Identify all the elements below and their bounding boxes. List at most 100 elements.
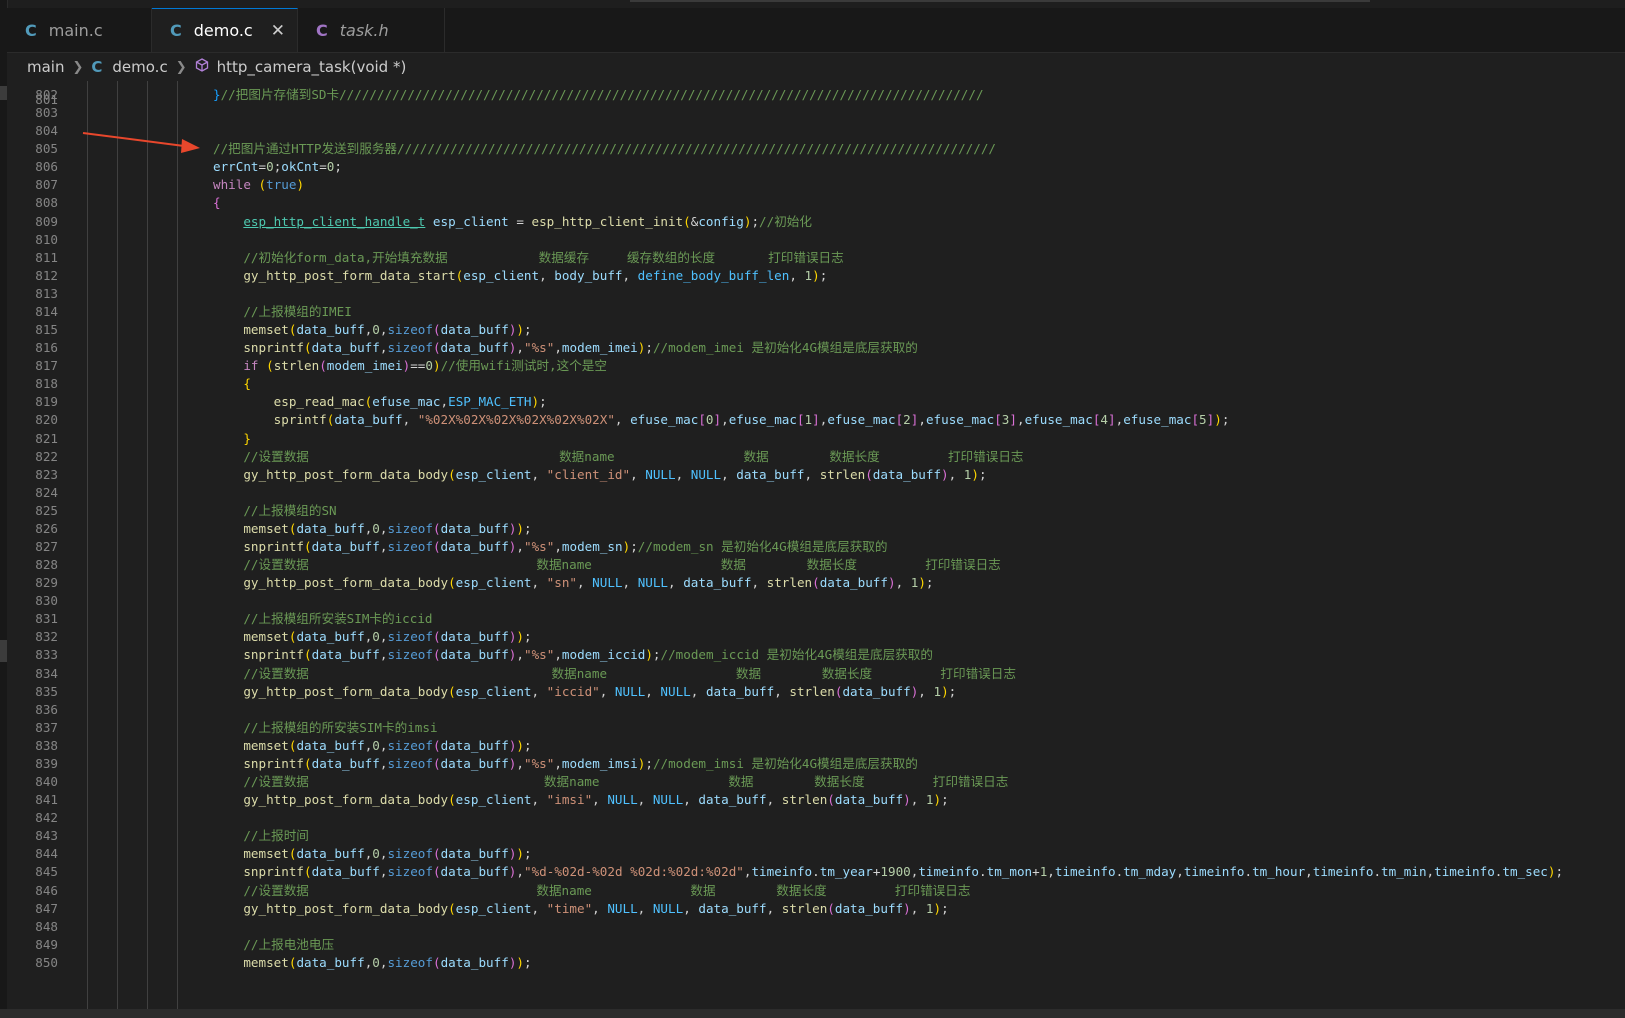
tab-main-c[interactable]: C main.c	[7, 8, 152, 52]
code-text: gy_http_post_form_data_body(esp_client, …	[243, 792, 949, 808]
line-number: 828	[35, 557, 58, 573]
symbol-method-icon	[195, 58, 209, 76]
code-text: snprintf(data_buff,sizeof(data_buff),"%d…	[243, 864, 1564, 880]
line-number: 846	[35, 882, 58, 898]
line-number: 809	[35, 213, 58, 229]
line-number: 804	[35, 123, 58, 139]
code-text: gy_http_post_form_data_body(esp_client, …	[243, 466, 987, 482]
line-number: 814	[35, 303, 58, 319]
line-number: 847	[35, 900, 58, 916]
line-number: 850	[35, 954, 58, 970]
c-file-icon: C	[316, 20, 328, 40]
line-number: 838	[35, 737, 58, 753]
chevron-right-icon: ❯	[175, 59, 187, 75]
line-number: 825	[35, 502, 58, 518]
line-number: 816	[35, 340, 58, 356]
line-number: 832	[35, 629, 58, 645]
indent-guide	[177, 81, 178, 1009]
breadcrumb-folder[interactable]: main	[27, 58, 64, 76]
indent-guide	[147, 81, 148, 1009]
tab-task-h[interactable]: C task.h	[298, 8, 445, 52]
code-text: {	[243, 376, 251, 392]
code-text: //上报电池电压	[243, 936, 335, 952]
code-text: //上报模组的IMEI	[243, 303, 352, 319]
activity-marker	[0, 640, 7, 662]
line-number: 845	[35, 864, 58, 880]
line-number: 802	[35, 87, 58, 102]
code-text: //设置数据 数据name 数据 数据长度 打印错误日志	[243, 774, 1009, 790]
tab-label: demo.c	[193, 21, 253, 40]
line-number: 810	[35, 231, 58, 247]
annotation-arrow-icon	[82, 132, 200, 153]
code-text: memset(data_buff,0,sizeof(data_buff));	[243, 520, 532, 536]
tab-label: main.c	[48, 20, 103, 40]
c-file-icon: C	[91, 58, 103, 76]
code-text: }//把图片存储到SD卡////////////////////////////…	[213, 87, 984, 102]
breadcrumb-symbol[interactable]: http_camera_task(void *)	[217, 58, 407, 76]
breadcrumb-file[interactable]: demo.c	[112, 58, 167, 76]
code-text: //上报模组所安装SIM卡的iccid	[243, 611, 433, 627]
line-number: 834	[35, 665, 58, 681]
line-number: 839	[35, 755, 58, 771]
code-text: snprintf(data_buff,sizeof(data_buff),"%s…	[243, 755, 918, 771]
code-text: //设置数据 数据name 数据 数据长度 打印错误日志	[243, 665, 1016, 681]
tab-demo-c[interactable]: C demo.c ✕	[152, 8, 298, 52]
line-number: 820	[35, 412, 58, 428]
code-text: //上报模组的SN	[243, 502, 337, 518]
line-number: 813	[35, 285, 58, 301]
line-number: 806	[35, 159, 58, 175]
line-number: 823	[35, 466, 58, 482]
line-number: 836	[35, 701, 58, 717]
tab-label: task.h	[339, 20, 389, 40]
code-text: {	[213, 195, 221, 211]
line-number: 843	[35, 828, 58, 844]
activity-marker	[0, 86, 7, 100]
code-text: //设置数据 数据name 数据 数据长度 打印错误日志	[243, 557, 1001, 573]
code-text: if (strlen(modem_imei)==0)//使用wifi测试时,这个…	[243, 358, 607, 374]
code-text: gy_http_post_form_data_start(esp_client,…	[243, 267, 828, 283]
code-text: }	[243, 430, 251, 446]
c-file-icon: C	[170, 21, 182, 40]
line-number: 811	[35, 249, 58, 265]
code-text: errCnt=0;okCnt=0;	[213, 159, 342, 175]
line-number: 829	[35, 575, 58, 591]
code-text: gy_http_post_form_data_body(esp_client, …	[243, 683, 957, 699]
line-number: 807	[35, 177, 58, 193]
line-number: 815	[35, 322, 58, 338]
breadcrumb: main ❯ C demo.c ❯ http_camera_task(void …	[7, 53, 1625, 81]
chevron-right-icon: ❯	[72, 59, 84, 75]
status-bar-edge	[0, 1009, 1625, 1018]
code-text: esp_http_client_handle_t esp_client = es…	[243, 213, 812, 229]
code-text: gy_http_post_form_data_body(esp_client, …	[243, 900, 949, 916]
close-icon[interactable]: ✕	[271, 21, 285, 41]
line-number: 842	[35, 810, 58, 826]
line-number: 822	[35, 448, 58, 464]
code-text: sprintf(data_buff, "%02X%02X%02X%02X%02X…	[273, 412, 1230, 428]
line-number: 844	[35, 846, 58, 862]
line-number: 837	[35, 719, 58, 735]
line-number: 830	[35, 593, 58, 609]
line-number: 849	[35, 936, 58, 952]
line-number: 827	[35, 539, 58, 554]
code-text: snprintf(data_buff,sizeof(data_buff),"%s…	[243, 340, 918, 356]
code-text: memset(data_buff,0,sizeof(data_buff));	[243, 629, 532, 645]
code-text: //设置数据 数据name 数据 数据长度 打印错误日志	[243, 448, 1024, 464]
code-text: gy_http_post_form_data_body(esp_client, …	[243, 575, 934, 591]
line-number: 819	[35, 394, 58, 410]
code-editor[interactable]: 801 802}//把图片存储到SD卡/////////////////////…	[7, 81, 1625, 1009]
code-text: //初始化form_data,开始填充数据 数据缓存 缓存数组的长度 打印错误日…	[243, 249, 844, 265]
code-text: memset(data_buff,0,sizeof(data_buff));	[243, 322, 532, 338]
code-text: //上报模组的所安装SIM卡的imsi	[243, 719, 438, 735]
c-file-icon: C	[25, 20, 37, 40]
indent-guide	[87, 81, 88, 1009]
indent-guide	[117, 81, 118, 1009]
line-number: 808	[35, 195, 58, 211]
code-text: while (true)	[213, 177, 305, 193]
line-number: 824	[35, 484, 58, 500]
line-number: 821	[35, 430, 58, 446]
code-text: memset(data_buff,0,sizeof(data_buff));	[243, 954, 532, 970]
line-number: 803	[35, 105, 58, 121]
code-text: memset(data_buff,0,sizeof(data_buff));	[243, 846, 532, 862]
line-number: 833	[35, 647, 58, 663]
line-number: 818	[35, 376, 58, 392]
